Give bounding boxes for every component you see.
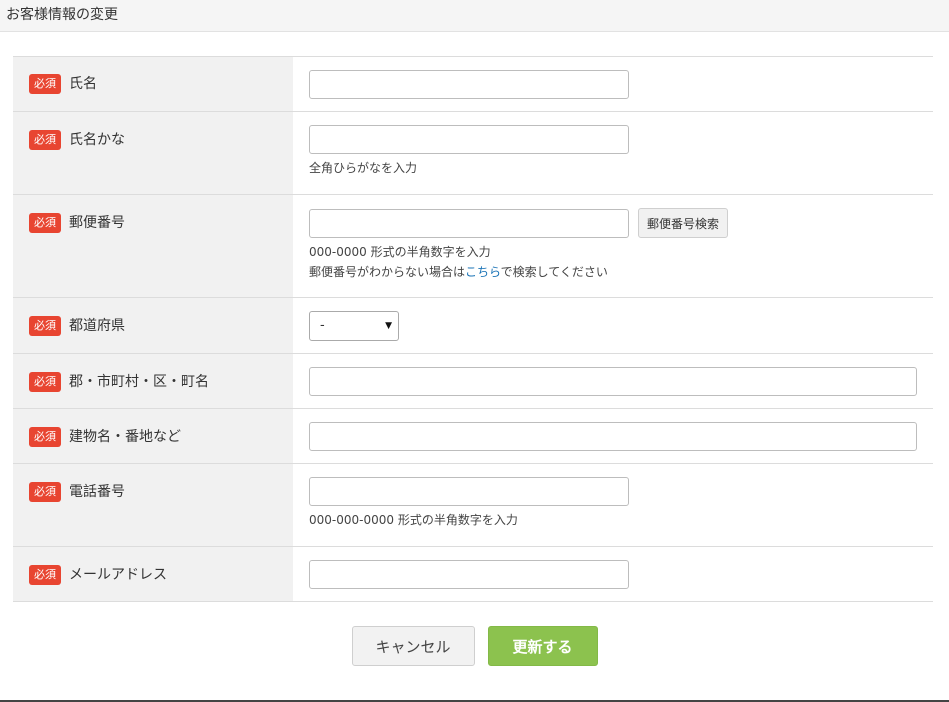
required-badge: 必須 [29, 316, 61, 336]
label-cell: 必須 電話番号 [13, 464, 293, 546]
cancel-button[interactable]: キャンセル [351, 626, 475, 666]
name-kana-hint: 全角ひらがなを入力 [309, 161, 418, 175]
name-label: 氏名 [69, 76, 97, 92]
name-kana-input[interactable] [309, 125, 629, 154]
address-input[interactable] [309, 422, 917, 451]
name-kana-label: 氏名かな [69, 132, 125, 148]
required-badge: 必須 [29, 565, 61, 585]
name-input[interactable] [309, 70, 629, 99]
update-button[interactable]: 更新する [487, 626, 598, 666]
label-cell: 必須 都道府県 [13, 298, 293, 353]
address-label: 建物名・番地など [69, 429, 181, 445]
field-cell: 000-000-0000 形式の半角数字を入力 [293, 464, 933, 546]
phone-input[interactable] [309, 477, 629, 506]
email-label: メールアドレス [69, 567, 167, 583]
postal-code-hint-block: 000-0000 形式の半角数字を入力 郵便番号がわからない場合はこちらで検索し… [309, 242, 933, 282]
email-input[interactable] [309, 560, 629, 589]
form-row-name-kana: 必須 氏名かな 全角ひらがなを入力 [13, 112, 933, 195]
prefecture-selected-value: - [320, 318, 325, 333]
required-badge: 必須 [29, 213, 61, 233]
form-row-city: 必須 郡・市町村・区・町名 [13, 354, 933, 409]
label-cell: 必須 建物名・番地など [13, 409, 293, 463]
page-title: お客様情報の変更 [6, 7, 118, 23]
required-badge: 必須 [29, 74, 61, 94]
label-cell: 必須 メールアドレス [13, 547, 293, 601]
postal-code-help-suffix: で検索してください [500, 265, 608, 279]
postal-code-search-button[interactable]: 郵便番号検索 [638, 208, 729, 238]
page-header: お客様情報の変更 [0, 0, 949, 32]
postal-code-line: 郵便番号検索 [309, 208, 933, 238]
postal-code-label: 郵便番号 [69, 215, 125, 231]
form-row-email: 必須 メールアドレス [13, 547, 933, 602]
required-badge: 必須 [29, 372, 61, 392]
prefecture-select[interactable]: - ▼ [309, 311, 399, 341]
label-cell: 必須 郵便番号 [13, 195, 293, 297]
required-badge: 必須 [29, 130, 61, 150]
phone-hint: 000-000-0000 形式の半角数字を入力 [309, 513, 518, 527]
form-actions: キャンセル 更新する [0, 626, 949, 666]
city-input[interactable] [309, 367, 917, 396]
form-row-phone: 必須 電話番号 000-000-0000 形式の半角数字を入力 [13, 464, 933, 547]
form-row-postal-code: 必須 郵便番号 郵便番号検索 000-0000 形式の半角数字を入力 郵便番号が… [13, 195, 933, 298]
field-cell: 全角ひらがなを入力 [293, 112, 933, 194]
required-badge: 必須 [29, 482, 61, 502]
label-cell: 必須 氏名かな [13, 112, 293, 194]
postal-code-help: 郵便番号がわからない場合はこちらで検索してください [309, 262, 933, 282]
form-row-address: 必須 建物名・番地など [13, 409, 933, 464]
field-cell [293, 409, 933, 463]
form-row-name: 必須 氏名 [13, 57, 933, 112]
field-cell: 郵便番号検索 000-0000 形式の半角数字を入力 郵便番号がわからない場合は… [293, 195, 933, 297]
postal-code-input[interactable] [309, 208, 629, 238]
form-row-prefecture: 必須 都道府県 - ▼ [13, 298, 933, 354]
phone-label: 電話番号 [69, 484, 125, 500]
field-cell: - ▼ [293, 298, 933, 353]
field-cell [293, 547, 933, 601]
field-cell [293, 354, 933, 408]
city-label: 郡・市町村・区・町名 [69, 374, 209, 390]
dropdown-arrow-icon: ▼ [385, 321, 392, 331]
label-cell: 必須 氏名 [13, 57, 293, 111]
customer-info-form: 必須 氏名 必須 氏名かな 全角ひらがなを入力 必須 郵便番号 郵便番号検索 0 [13, 56, 933, 602]
postal-code-lookup-link[interactable]: こちら [465, 265, 501, 279]
postal-code-format-hint: 000-0000 形式の半角数字を入力 [309, 245, 491, 259]
required-badge: 必須 [29, 427, 61, 447]
field-cell [293, 57, 933, 111]
postal-code-help-prefix: 郵便番号がわからない場合は [309, 265, 466, 279]
prefecture-label: 都道府県 [69, 318, 125, 334]
label-cell: 必須 郡・市町村・区・町名 [13, 354, 293, 408]
